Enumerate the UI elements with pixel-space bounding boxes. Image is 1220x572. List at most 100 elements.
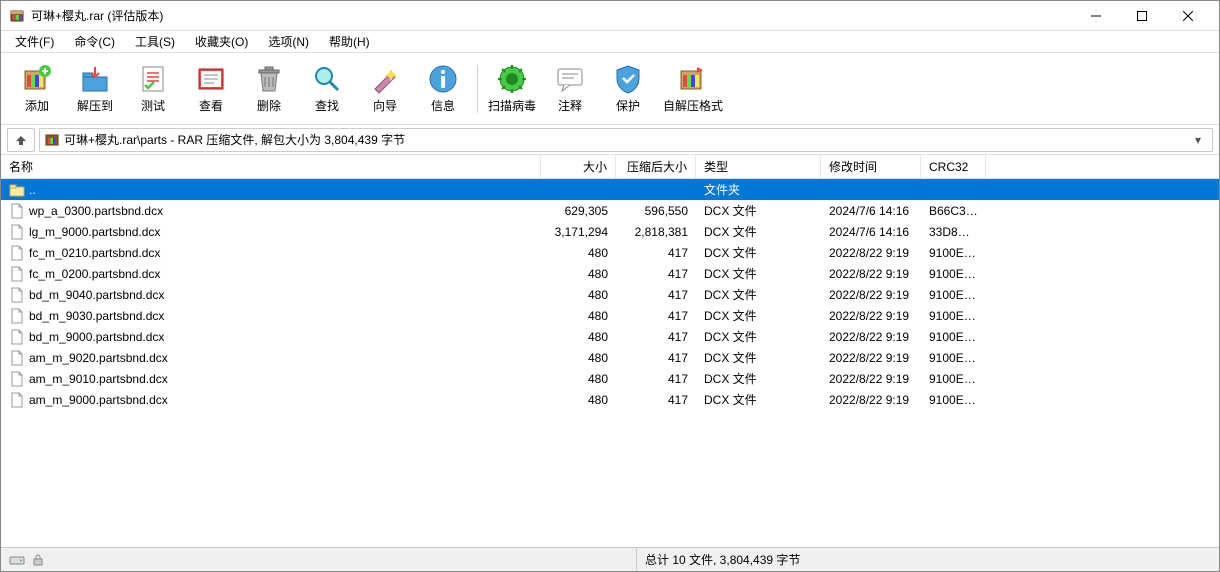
address-dropdown-icon[interactable]: ▾ (1188, 133, 1208, 147)
file-crc: 9100E61B (921, 330, 986, 344)
sfx-button[interactable]: 自解压格式 (658, 57, 728, 121)
window-controls (1073, 1, 1211, 31)
menu-file[interactable]: 文件(F) (5, 31, 64, 52)
comment-button[interactable]: 注释 (542, 57, 598, 121)
file-icon (9, 287, 25, 303)
file-size: 480 (541, 393, 616, 407)
header-name[interactable]: 名称 (1, 155, 541, 178)
file-modified: 2022/8/22 9:19 (821, 267, 921, 281)
file-name: fc_m_0210.partsbnd.dcx (29, 246, 160, 260)
address-box[interactable]: 可琳+樱丸.rar\parts - RAR 压缩文件, 解包大小为 3,804,… (39, 128, 1213, 152)
header-crc[interactable]: CRC32 (921, 155, 986, 178)
file-packed: 417 (616, 309, 696, 323)
file-size: 480 (541, 309, 616, 323)
protect-label: 保护 (616, 97, 640, 114)
file-type: DCX 文件 (696, 223, 821, 240)
view-button[interactable]: 查看 (183, 57, 239, 121)
file-name: am_m_9000.partsbnd.dcx (29, 393, 168, 407)
menu-favorites[interactable]: 收藏夹(O) (185, 31, 258, 52)
file-row[interactable]: wp_a_0300.partsbnd.dcx629,305596,550DCX … (1, 200, 1219, 221)
menu-options[interactable]: 选项(N) (258, 31, 319, 52)
find-button[interactable]: 查找 (299, 57, 355, 121)
file-packed: 417 (616, 330, 696, 344)
file-row[interactable]: am_m_9000.partsbnd.dcx480417DCX 文件2022/8… (1, 389, 1219, 410)
view-icon (195, 63, 227, 95)
minimize-button[interactable] (1073, 1, 1119, 31)
file-crc: 9100E61B (921, 246, 986, 260)
archive-icon (44, 132, 60, 148)
file-type: DCX 文件 (696, 328, 821, 345)
sfx-label: 自解压格式 (663, 97, 723, 114)
file-row[interactable]: fc_m_0210.partsbnd.dcx480417DCX 文件2022/8… (1, 242, 1219, 263)
wizard-button[interactable]: 向导 (357, 57, 413, 121)
file-modified: 2024/7/6 14:16 (821, 204, 921, 218)
file-size: 629,305 (541, 204, 616, 218)
parent-folder-type: 文件夹 (696, 181, 821, 198)
protect-button[interactable]: 保护 (600, 57, 656, 121)
file-size: 480 (541, 351, 616, 365)
file-modified: 2022/8/22 9:19 (821, 372, 921, 386)
file-crc: 9100E61B (921, 309, 986, 323)
header-packed[interactable]: 压缩后大小 (616, 155, 696, 178)
file-list[interactable]: .. 文件夹 wp_a_0300.partsbnd.dcx 629,305596,… (1, 179, 1219, 547)
file-type: DCX 文件 (696, 265, 821, 282)
comment-icon (554, 63, 586, 95)
info-label: 信息 (431, 97, 455, 114)
view-label: 查看 (199, 97, 223, 114)
file-row[interactable]: bd_m_9040.partsbnd.dcx480417DCX 文件2022/8… (1, 284, 1219, 305)
up-button[interactable] (7, 128, 35, 152)
header-size[interactable]: 大小 (541, 155, 616, 178)
delete-icon (253, 63, 285, 95)
file-row[interactable]: am_m_9020.partsbnd.dcx480417DCX 文件2022/8… (1, 347, 1219, 368)
file-size: 480 (541, 372, 616, 386)
test-icon (137, 63, 169, 95)
add-button[interactable]: 添加 (9, 57, 65, 121)
file-name: bd_m_9030.partsbnd.dcx (29, 309, 164, 323)
file-name: lg_m_9000.partsbnd.dcx (29, 225, 160, 239)
extract-icon (79, 63, 111, 95)
menu-help[interactable]: 帮助(H) (319, 31, 380, 52)
add-label: 添加 (25, 97, 49, 114)
file-icon (9, 203, 25, 219)
header-modified[interactable]: 修改时间 (821, 155, 921, 178)
file-row[interactable]: bd_m_9030.partsbnd.dcx480417DCX 文件2022/8… (1, 305, 1219, 326)
file-icon (9, 350, 25, 366)
file-icon (9, 371, 25, 387)
menu-bar: 文件(F) 命令(C) 工具(S) 收藏夹(O) 选项(N) 帮助(H) (1, 31, 1219, 53)
file-modified: 2022/8/22 9:19 (821, 330, 921, 344)
protect-icon (612, 63, 644, 95)
extract-label: 解压到 (77, 97, 113, 114)
file-packed: 417 (616, 267, 696, 281)
file-packed: 2,818,381 (616, 225, 696, 239)
virus-button[interactable]: 扫描病毒 (484, 57, 540, 121)
file-packed: 417 (616, 372, 696, 386)
close-button[interactable] (1165, 1, 1211, 31)
file-modified: 2022/8/22 9:19 (821, 309, 921, 323)
header-type[interactable]: 类型 (696, 155, 821, 178)
disk-icon (9, 554, 25, 566)
info-button[interactable]: 信息 (415, 57, 471, 121)
file-row[interactable]: am_m_9010.partsbnd.dcx480417DCX 文件2022/8… (1, 368, 1219, 389)
menu-commands[interactable]: 命令(C) (64, 31, 125, 52)
file-crc: 9100E61B (921, 372, 986, 386)
file-type: DCX 文件 (696, 244, 821, 261)
file-row[interactable]: lg_m_9000.partsbnd.dcx3,171,2942,818,381… (1, 221, 1219, 242)
test-button[interactable]: 测试 (125, 57, 181, 121)
find-label: 查找 (315, 97, 339, 114)
title-bar: 可琳+樱丸.rar (评估版本) (1, 1, 1219, 31)
menu-tools[interactable]: 工具(S) (125, 31, 185, 52)
maximize-button[interactable] (1119, 1, 1165, 31)
file-name: am_m_9020.partsbnd.dcx (29, 351, 168, 365)
parent-folder-row[interactable]: .. 文件夹 (1, 179, 1219, 200)
delete-button[interactable]: 删除 (241, 57, 297, 121)
file-packed: 596,550 (616, 204, 696, 218)
file-crc: 33D8D1... (921, 225, 986, 239)
extract-button[interactable]: 解压到 (67, 57, 123, 121)
file-row[interactable]: bd_m_9000.partsbnd.dcx480417DCX 文件2022/8… (1, 326, 1219, 347)
file-row[interactable]: fc_m_0200.partsbnd.dcx480417DCX 文件2022/8… (1, 263, 1219, 284)
file-packed: 417 (616, 393, 696, 407)
file-crc: B66C3C... (921, 204, 986, 218)
file-name: wp_a_0300.partsbnd.dcx (29, 204, 163, 218)
file-type: DCX 文件 (696, 349, 821, 366)
window-title: 可琳+樱丸.rar (评估版本) (31, 7, 1073, 24)
